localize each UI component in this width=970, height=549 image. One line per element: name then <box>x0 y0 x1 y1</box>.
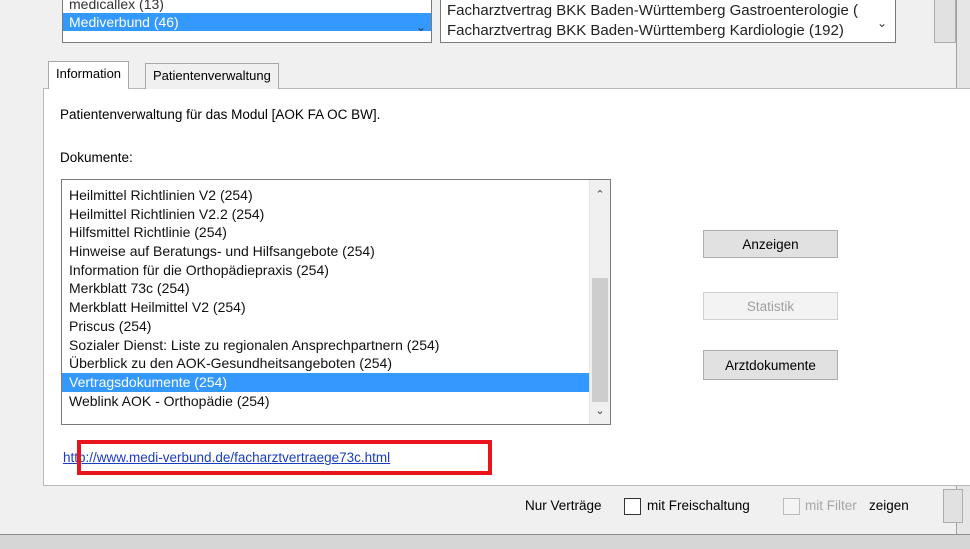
activation-checkbox[interactable] <box>624 498 641 515</box>
list-item[interactable]: medicallex (13) <box>63 0 431 13</box>
highlight-box <box>77 440 492 475</box>
document-item[interactable]: Heilmittel Richtlinien V2 (254) <box>62 186 590 205</box>
chevron-down-icon[interactable]: ⌄ <box>871 9 893 37</box>
association-listbox[interactable]: medicallex (13) Mediverbund (46) ⌄ <box>62 0 432 43</box>
statistics-button[interactable]: Statistik <box>703 292 838 320</box>
document-item[interactable]: Sozialer Dienst: Liste zu regionalen Ans… <box>62 336 590 355</box>
documents-scrollbar[interactable]: ⌃ ⌄ <box>589 180 610 424</box>
contract-listbox[interactable]: Facharztvertrag BKK Baden-Württemberg Ga… <box>440 0 896 43</box>
chevron-up-icon[interactable]: ⌃ <box>590 184 610 204</box>
document-item[interactable]: Überblick zu den AOK-Gesundheitsangebote… <box>62 354 590 373</box>
document-item[interactable]: Hilfsmittel Richtlinie (254) <box>62 223 590 242</box>
documents-listbox[interactable]: Heilmittel Richtlinien V2 (254) Heilmitt… <box>61 179 611 425</box>
scrollbar-thumb[interactable] <box>592 278 608 402</box>
list-item[interactable]: Facharztvertrag BKK Baden-Württemberg Ga… <box>441 1 895 21</box>
document-item[interactable]: Hinweise auf Beratungs- und Hilfsangebot… <box>62 242 590 261</box>
filter-label: mit Filter <box>805 498 857 513</box>
show-button[interactable]: Anzeigen <box>703 230 838 258</box>
chevron-down-icon[interactable]: ⌄ <box>590 400 610 420</box>
window-frame-bottom <box>0 534 970 549</box>
list-item[interactable]: Facharztvertrag BKK Baden-Württemberg Ka… <box>441 21 895 41</box>
contracts-only-label: Nur Verträge <box>525 498 602 513</box>
list-item-selected[interactable]: Mediverbund (46) <box>63 13 431 31</box>
show-label: zeigen <box>869 498 909 513</box>
documents-label: Dokumente: <box>60 150 133 165</box>
tab-information[interactable]: Information <box>48 61 130 89</box>
document-item-selected[interactable]: Vertragsdokumente (254) <box>62 372 590 392</box>
document-item[interactable]: Priscus (254) <box>62 317 590 336</box>
document-item[interactable]: Weblink AOK - Orthopädie (254) <box>62 392 590 411</box>
doctor-documents-button[interactable]: Arztdokumente <box>703 350 838 380</box>
bottom-right-button[interactable] <box>943 489 963 523</box>
tab-patientenverwaltung[interactable]: Patientenverwaltung <box>145 63 279 89</box>
document-item[interactable]: Merkblatt Heilmittel V2 (254) <box>62 298 590 317</box>
chevron-down-icon[interactable]: ⌄ <box>411 13 431 41</box>
top-right-button[interactable] <box>934 0 956 43</box>
document-item[interactable]: Information für die Orthopädiepraxis (25… <box>62 261 590 280</box>
document-item[interactable]: Heilmittel Richtlinien V2.2 (254) <box>62 205 590 224</box>
documents-items: Heilmittel Richtlinien V2 (254) Heilmitt… <box>62 186 590 410</box>
activation-label: mit Freischaltung <box>647 498 750 513</box>
module-description: Patientenverwaltung für das Modul [AOK F… <box>60 107 381 122</box>
filter-checkbox[interactable] <box>783 498 800 515</box>
document-item[interactable]: Merkblatt 73c (254) <box>62 279 590 298</box>
